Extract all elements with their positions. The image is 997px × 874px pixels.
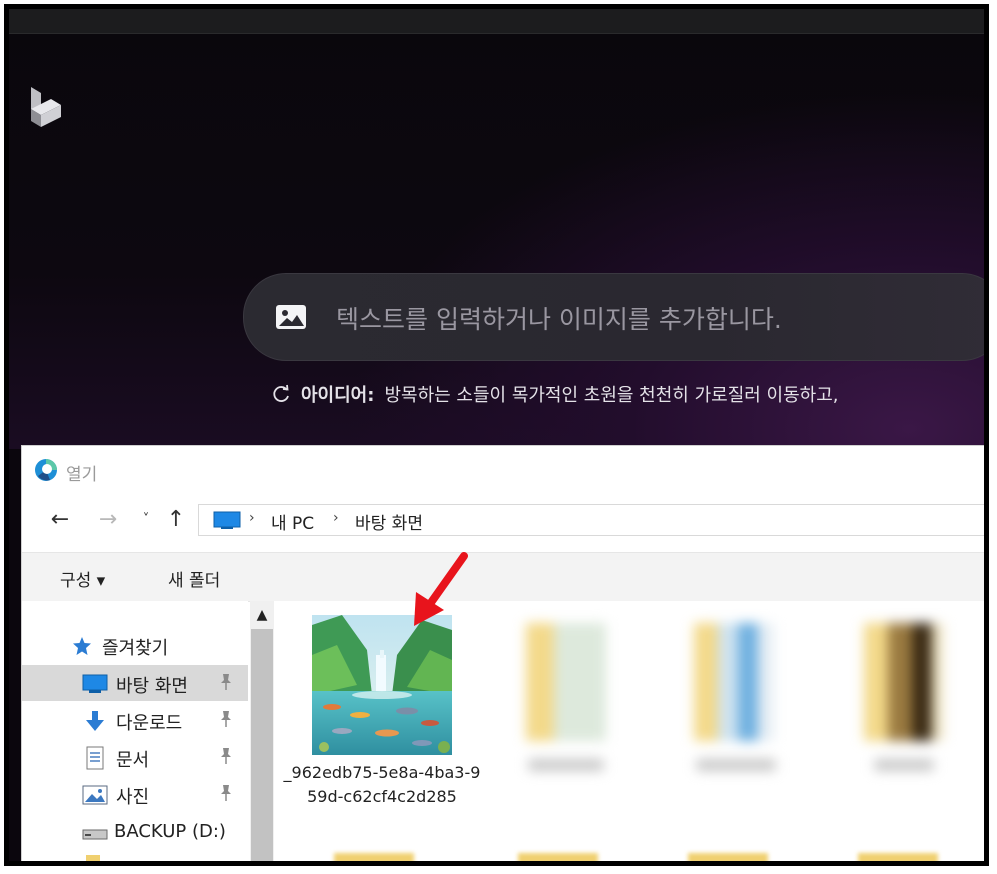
nav-item-label: 문서 <box>116 750 150 771</box>
add-image-icon[interactable] <box>275 304 307 330</box>
up-button[interactable]: ↑ <box>162 506 190 534</box>
forward-button[interactable]: → <box>94 506 122 534</box>
breadcrumb-separator-icon: › <box>333 510 339 526</box>
command-bar: 구성 ▾ 새 폴더 <box>22 552 984 602</box>
pictures-icon <box>82 785 108 805</box>
folder-icon <box>688 853 768 861</box>
app-top-bar <box>9 9 984 34</box>
pin-icon[interactable] <box>218 784 234 802</box>
pin-icon[interactable] <box>218 747 234 765</box>
scroll-up-icon[interactable]: ▲ <box>250 601 274 629</box>
navigation-row: ← → ˅ ↑ › 내 PC › 바탕 화면 <box>22 502 984 538</box>
recent-locations-chevron-icon[interactable]: ˅ <box>132 506 160 534</box>
blurred-file-item[interactable] <box>674 601 834 791</box>
idea-suggestion: 아이디어: 방목하는 소들이 목가적인 초원을 천천히 가로질러 이동하고, <box>271 381 839 411</box>
nav-item-documents[interactable]: 문서 <box>22 739 248 775</box>
folder-icon <box>86 855 100 861</box>
pc-icon <box>213 511 241 529</box>
folder-icon <box>334 853 414 861</box>
nav-item-label: 바탕 화면 <box>116 676 188 697</box>
app-logo-icon <box>31 87 61 127</box>
file-item-image[interactable]: _962edb75-5e8a-4ba3-959d-c62cf4c2d285 <box>274 601 490 841</box>
nav-item-downloads[interactable]: 다운로드 <box>22 702 248 738</box>
document-icon <box>86 746 104 770</box>
open-file-dialog: 열기 ← → ˅ ↑ › 내 PC › 바탕 화면 구성 ▾ 새 폴더 즐겨찾기… <box>21 445 984 861</box>
quick-access[interactable]: 즐겨찾기 <box>22 627 248 663</box>
blurred-thumbnail <box>526 623 606 741</box>
download-icon <box>86 711 104 731</box>
folder-icon <box>518 853 598 861</box>
breadcrumb-separator-icon: › <box>249 510 255 526</box>
blurred-thumbnail <box>864 623 944 741</box>
scroll-thumb[interactable] <box>251 629 273 861</box>
pin-icon[interactable] <box>218 673 234 691</box>
address-bar[interactable]: › 내 PC › 바탕 화면 <box>198 504 984 536</box>
blurred-label <box>874 759 934 771</box>
quick-access-label: 즐겨찾기 <box>102 638 169 659</box>
refresh-icon[interactable] <box>271 384 291 404</box>
file-list: _962edb75-5e8a-4ba3-959d-c62cf4c2d285 <box>274 601 984 861</box>
blurred-file-item[interactable] <box>506 601 666 791</box>
navigation-pane: 즐겨찾기 바탕 화면 다운로드 문서 사진 BACKUP (D:) <box>22 601 248 861</box>
nav-item-desktop[interactable]: 바탕 화면 <box>22 665 248 701</box>
organize-button[interactable]: 구성 ▾ <box>60 566 105 591</box>
blurred-label <box>528 759 604 771</box>
desktop-icon <box>82 674 108 693</box>
back-button[interactable]: ← <box>46 506 74 534</box>
star-icon <box>73 637 91 655</box>
nav-item-pictures[interactable]: 사진 <box>22 776 248 812</box>
drive-icon <box>82 829 108 840</box>
idea-text[interactable]: 방목하는 소들이 목가적인 초원을 천천히 가로질러 이동하고, <box>384 385 838 406</box>
file-name: _962edb75-5e8a-4ba3-959d-c62cf4c2d285 <box>283 763 481 806</box>
screenshot-frame: 텍스트를 입력하거나 이미지를 추가합니다. 아이디어: 방목하는 소들이 목가적… <box>4 4 989 866</box>
prompt-input[interactable]: 텍스트를 입력하거나 이미지를 추가합니다. <box>243 273 984 361</box>
folder-icon <box>858 853 938 861</box>
breadcrumb-this-pc[interactable]: 내 PC <box>271 509 314 534</box>
breadcrumb-desktop[interactable]: 바탕 화면 <box>355 509 423 534</box>
dialog-title-bar: 열기 <box>22 446 984 490</box>
blurred-label <box>696 759 776 771</box>
app-background: 텍스트를 입력하거나 이미지를 추가합니다. 아이디어: 방목하는 소들이 목가적… <box>9 9 984 449</box>
pin-icon[interactable] <box>218 710 234 728</box>
nav-item-backup-drive[interactable]: BACKUP (D:) <box>22 814 248 850</box>
image-thumbnail <box>312 615 452 755</box>
app-icon <box>35 459 57 481</box>
prompt-placeholder: 텍스트를 입력하거나 이미지를 추가합니다. <box>336 305 782 334</box>
nav-item-label: 사진 <box>116 787 150 808</box>
annotation-arrow-icon <box>414 552 468 626</box>
new-folder-button[interactable]: 새 폴더 <box>168 566 220 591</box>
blurred-thumbnail <box>694 623 774 741</box>
nav-scrollbar[interactable]: ▲ <box>250 601 274 861</box>
nav-item-label: 다운로드 <box>116 713 183 734</box>
blurred-file-item[interactable] <box>844 601 984 791</box>
dialog-title: 열기 <box>66 465 98 485</box>
nav-item-label: BACKUP (D:) <box>114 821 226 842</box>
idea-label: 아이디어: <box>301 385 375 406</box>
